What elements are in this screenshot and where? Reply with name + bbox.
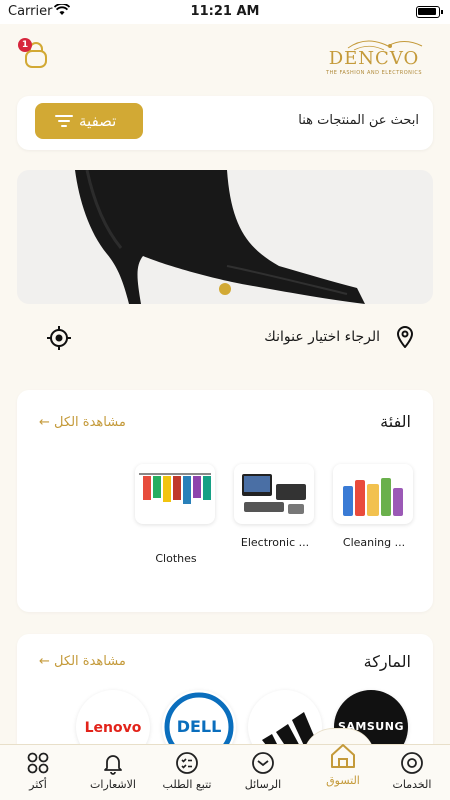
tab-notifications[interactable]: الاشعارات bbox=[76, 745, 150, 800]
shop-icon bbox=[331, 744, 355, 768]
filter-icon bbox=[55, 115, 73, 127]
brands-see-all-link[interactable]: مشاهدة الكل ← bbox=[39, 654, 126, 669]
tab-more[interactable]: أكثر bbox=[1, 745, 75, 800]
tab-label: الخدمات bbox=[392, 778, 432, 791]
brand-name: DELL bbox=[176, 717, 222, 736]
messages-icon bbox=[252, 752, 274, 774]
services-icon bbox=[401, 752, 423, 774]
more-icon bbox=[27, 752, 49, 774]
categories-title: الفئة bbox=[380, 412, 411, 431]
see-all-label: مشاهدة الكل bbox=[54, 415, 126, 430]
tab-track-order[interactable]: تتبع الطلب bbox=[150, 745, 224, 800]
track-order-icon bbox=[176, 752, 198, 774]
categories-see-all-link[interactable]: مشاهدة الكل ← bbox=[39, 415, 126, 430]
tab-label: الرسائل bbox=[244, 778, 282, 791]
see-all-label: مشاهدة الكل bbox=[54, 654, 126, 669]
status-bar: Carrier 11:21 AM bbox=[0, 0, 450, 24]
category-label: Clothes bbox=[155, 552, 197, 565]
bottom-tab-bar: الخدمات التسوق الرسائل تتبع الطلب الاشعا… bbox=[0, 744, 450, 800]
cleaning-products-image bbox=[333, 464, 413, 524]
app-header: 1 DENCVO THE FASHION AND ELECTRONICS bbox=[0, 24, 450, 94]
address-label[interactable]: الرجاء اختيار عنوانك bbox=[264, 329, 380, 345]
brands-title: الماركة bbox=[363, 652, 411, 671]
address-selector[interactable]: الرجاء اختيار عنوانك bbox=[0, 318, 450, 358]
arrow-left-icon: ← bbox=[39, 415, 50, 430]
category-item-cleaning[interactable]: Cleaning ... bbox=[333, 464, 415, 549]
filter-button[interactable]: تصفية bbox=[35, 103, 143, 139]
electronics-image bbox=[234, 464, 314, 524]
battery-icon bbox=[416, 6, 443, 18]
clock: 11:21 AM bbox=[190, 4, 260, 19]
tab-label: الاشعارات bbox=[90, 778, 136, 791]
brand-tagline: THE FASHION AND ELECTRONICS bbox=[325, 70, 423, 76]
category-item-electronics[interactable]: Electronic ... bbox=[234, 464, 316, 549]
category-label: Electronic ... bbox=[240, 536, 310, 549]
brand-name: Lenovo bbox=[84, 720, 142, 736]
carousel-indicator[interactable] bbox=[219, 283, 231, 295]
categories-section: الفئة مشاهدة الكل ← Cleaning ... Electro… bbox=[17, 390, 433, 612]
search-bar[interactable]: ابحث عن المنتجات هنا تصفية bbox=[17, 96, 433, 150]
arrow-left-icon: ← bbox=[39, 654, 50, 669]
bell-icon bbox=[104, 755, 122, 775]
cart-count-badge: 1 bbox=[18, 38, 32, 52]
category-item-clothes[interactable]: Clothes bbox=[135, 464, 217, 565]
locate-me-icon[interactable] bbox=[46, 325, 72, 351]
location-pin-icon bbox=[396, 326, 414, 348]
tab-services[interactable]: الخدمات bbox=[375, 745, 449, 800]
filter-button-label: تصفية bbox=[79, 112, 117, 130]
tab-label: تتبع الطلب bbox=[162, 778, 212, 791]
tab-shop[interactable]: التسوق bbox=[306, 731, 380, 800]
category-label: Cleaning ... bbox=[342, 536, 406, 549]
brand-logo: DENCVO bbox=[328, 48, 420, 69]
tab-label: التسوق bbox=[326, 774, 360, 787]
search-placeholder[interactable]: ابحث عن المنتجات هنا bbox=[298, 113, 419, 128]
tab-messages[interactable]: الرسائل bbox=[226, 745, 300, 800]
tab-label: أكثر bbox=[29, 778, 47, 791]
clothes-rack-image bbox=[135, 464, 215, 524]
